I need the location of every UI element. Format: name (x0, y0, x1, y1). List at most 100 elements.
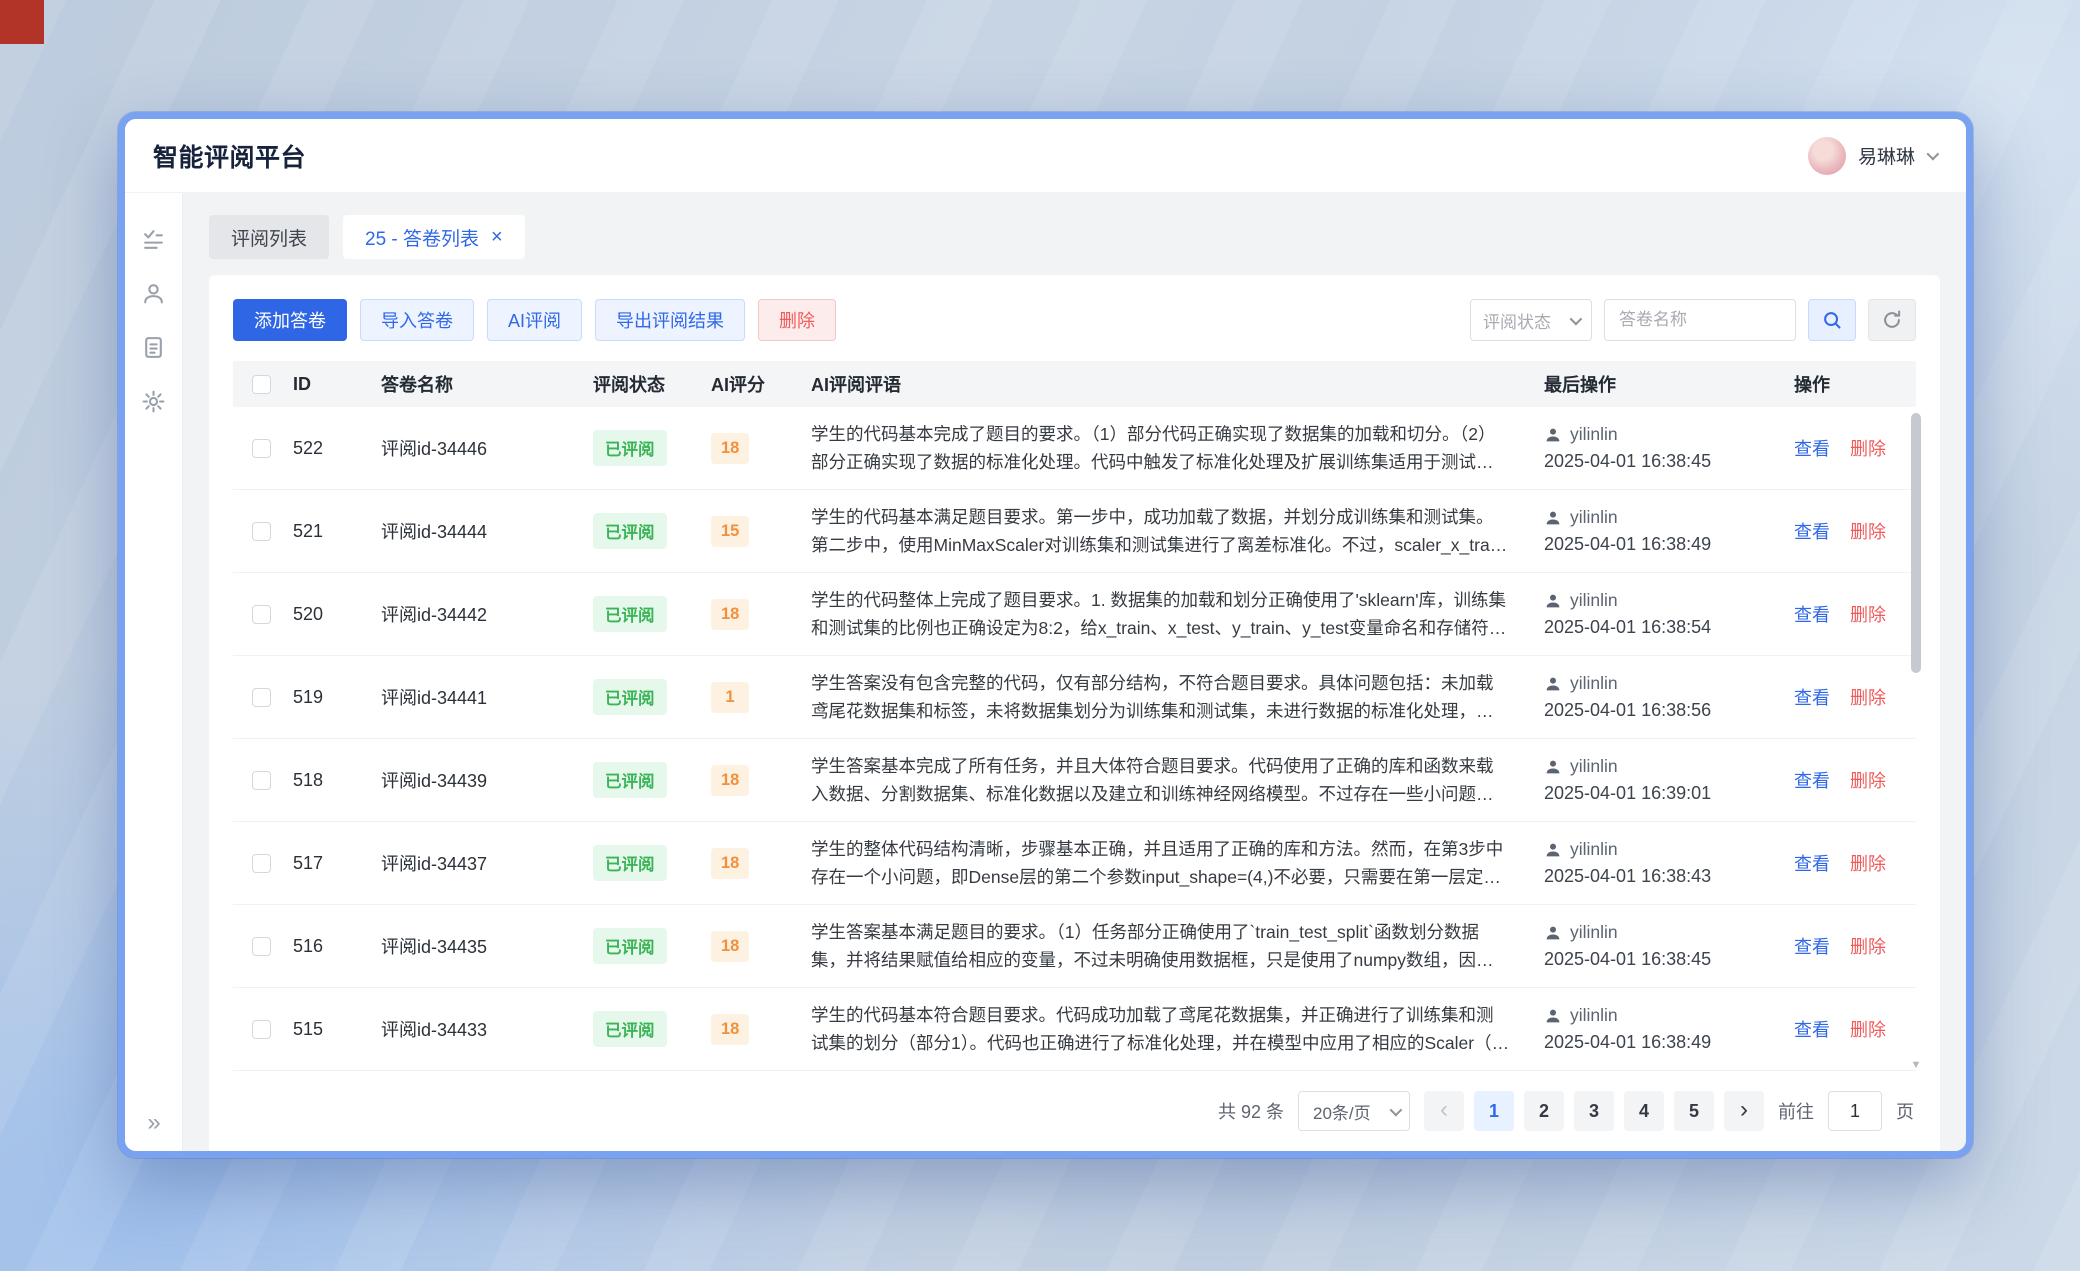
ai-review-button[interactable]: AI评阅 (487, 299, 582, 341)
status-badge: 已评阅 (593, 430, 667, 466)
person-icon (1544, 509, 1562, 527)
row-operator: yilinlin (1570, 1005, 1618, 1026)
delete-link[interactable]: 删除 (1850, 684, 1886, 710)
table-row: 522 评阅id-34446 已评阅 18 学生的代码基本完成了题目的要求。（1… (233, 407, 1916, 490)
row-comment: 学生答案基本满足题目的要求。（1）任务部分正确使用了`train_test_sp… (807, 918, 1540, 975)
row-checkbox[interactable] (252, 771, 271, 790)
row-checkbox[interactable] (252, 854, 271, 873)
export-results-button[interactable]: 导出评阅结果 (595, 299, 745, 341)
status-badge: 已评阅 (593, 928, 667, 964)
row-time: 2025-04-01 16:39:01 (1544, 783, 1786, 804)
row-operator: yilinlin (1570, 507, 1618, 528)
table-row: 515 评阅id-34433 已评阅 18 学生的代码基本符合题目要求。代码成功… (233, 988, 1916, 1071)
row-checkbox[interactable] (252, 439, 271, 458)
status-badge: 已评阅 (593, 762, 667, 798)
page-button-2[interactable]: 2 (1524, 1091, 1564, 1131)
answer-table: ID 答卷名称 评阅状态 AI评分 AI评阅评语 最后操作 操作 522 评阅i… (233, 361, 1916, 1075)
score-badge: 18 (711, 1014, 749, 1045)
sidebar-item-review-list[interactable] (134, 219, 174, 259)
scrollbar-thumb[interactable] (1911, 413, 1921, 673)
view-link[interactable]: 查看 (1794, 435, 1830, 461)
row-checkbox[interactable] (252, 688, 271, 707)
goto-page-input[interactable] (1828, 1091, 1882, 1131)
import-answer-button[interactable]: 导入答卷 (360, 299, 474, 341)
vertical-scrollbar[interactable]: ▼ (1910, 413, 1922, 1069)
view-link[interactable]: 查看 (1794, 601, 1830, 627)
status-badge: 已评阅 (593, 679, 667, 715)
table-row: 520 评阅id-34442 已评阅 18 学生的代码整体上完成了题目要求。1.… (233, 573, 1916, 656)
tab-bar: 评阅列表 25 - 答卷列表 × (209, 215, 1940, 259)
header-action: 操作 (1790, 371, 1916, 397)
toolbar: 添加答卷 导入答卷 AI评阅 导出评阅结果 删除 评阅状态 (233, 299, 1916, 341)
view-link[interactable]: 查看 (1794, 933, 1830, 959)
row-time: 2025-04-01 16:38:45 (1544, 949, 1786, 970)
delete-link[interactable]: 删除 (1850, 435, 1886, 461)
next-page-button[interactable]: › (1724, 1091, 1764, 1131)
row-operator: yilinlin (1570, 922, 1618, 943)
sidebar: » (125, 193, 183, 1151)
sidebar-item-user[interactable] (134, 273, 174, 313)
delete-link[interactable]: 删除 (1850, 601, 1886, 627)
sidebar-item-settings[interactable] (134, 381, 174, 421)
row-checkbox[interactable] (252, 605, 271, 624)
row-id: 516 (289, 936, 377, 957)
tab-answer-sheet-list[interactable]: 25 - 答卷列表 × (343, 215, 525, 259)
row-id: 517 (289, 853, 377, 874)
view-link[interactable]: 查看 (1794, 767, 1830, 793)
view-link[interactable]: 查看 (1794, 518, 1830, 544)
view-link[interactable]: 查看 (1794, 684, 1830, 710)
view-link[interactable]: 查看 (1794, 850, 1830, 876)
page-button-3[interactable]: 3 (1574, 1091, 1614, 1131)
score-badge: 18 (711, 765, 749, 796)
page-button-4[interactable]: 4 (1624, 1091, 1664, 1131)
close-icon[interactable]: × (491, 227, 503, 247)
sidebar-collapse-icon[interactable]: » (125, 1109, 183, 1137)
delete-link[interactable]: 删除 (1850, 933, 1886, 959)
row-id: 515 (289, 1019, 377, 1040)
add-answer-button[interactable]: 添加答卷 (233, 299, 347, 341)
avatar[interactable] (1808, 137, 1846, 175)
row-checkbox[interactable] (252, 522, 271, 541)
status-badge: 已评阅 (593, 596, 667, 632)
table-row: 518 评阅id-34439 已评阅 18 学生答案基本完成了所有任务，并且大体… (233, 739, 1916, 822)
scroll-down-icon[interactable]: ▼ (1910, 1059, 1922, 1071)
delete-link[interactable]: 删除 (1850, 1016, 1886, 1042)
search-button[interactable] (1808, 299, 1856, 341)
person-icon (1544, 1007, 1562, 1025)
user-menu[interactable]: 易琳琳 (1808, 137, 1936, 175)
prev-page-button[interactable]: ‹ (1424, 1091, 1464, 1131)
row-id: 521 (289, 521, 377, 542)
delete-link[interactable]: 删除 (1850, 767, 1886, 793)
person-icon (1544, 426, 1562, 444)
tab-review-list[interactable]: 评阅列表 (209, 215, 329, 259)
person-icon (1544, 675, 1562, 693)
pagination: 共 92 条 20条/页 ‹ 1 2 3 4 5 › (233, 1075, 1916, 1151)
row-name: 评阅id-34435 (377, 933, 589, 959)
goto-label: 前往 (1778, 1098, 1814, 1124)
row-name: 评阅id-34437 (377, 850, 589, 876)
delete-link[interactable]: 删除 (1850, 850, 1886, 876)
refresh-button[interactable] (1868, 299, 1916, 341)
page-button-1[interactable]: 1 (1474, 1091, 1514, 1131)
desktop-background: 智能评阅平台 易琳琳 (0, 0, 2080, 1271)
score-badge: 18 (711, 599, 749, 630)
delete-link[interactable]: 删除 (1850, 518, 1886, 544)
person-icon (1544, 841, 1562, 859)
name-search-input[interactable] (1604, 299, 1796, 341)
page-size-select[interactable]: 20条/页 (1298, 1091, 1410, 1131)
view-link[interactable]: 查看 (1794, 1016, 1830, 1042)
status-filter-select[interactable]: 评阅状态 (1470, 299, 1592, 341)
chevron-down-icon (1927, 148, 1940, 161)
page-button-5[interactable]: 5 (1674, 1091, 1714, 1131)
select-all-checkbox[interactable] (252, 375, 271, 394)
page-title: 智能评阅平台 (153, 138, 306, 174)
refresh-icon (1881, 309, 1903, 331)
header-id: ID (289, 374, 377, 395)
delete-button[interactable]: 删除 (758, 299, 836, 341)
row-checkbox[interactable] (252, 937, 271, 956)
row-checkbox[interactable] (252, 1020, 271, 1039)
sidebar-item-document[interactable] (134, 327, 174, 367)
person-icon (1544, 592, 1562, 610)
row-name: 评阅id-34439 (377, 767, 589, 793)
row-comment: 学生的代码基本完成了题目的要求。（1）部分代码正确实现了数据集的加载和切分。（2… (807, 420, 1540, 477)
